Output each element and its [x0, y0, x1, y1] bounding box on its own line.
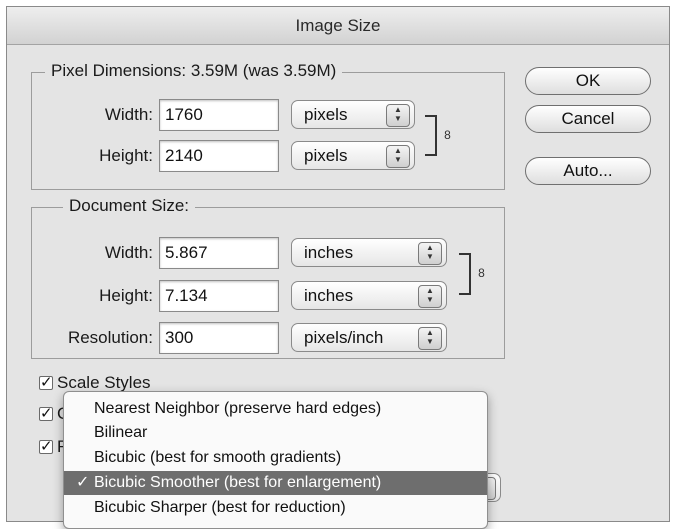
resolution-field[interactable]: 300 [159, 322, 279, 354]
pixel-height-unit-select[interactable]: pixels ▲ ▼ [291, 141, 415, 170]
scale-styles-label: Scale Styles [57, 373, 151, 392]
auto-button[interactable]: Auto... [525, 157, 651, 185]
menu-item-bilinear[interactable]: Bilinear [64, 421, 487, 445]
updown-arrows-icon: ▲▼ [418, 285, 442, 308]
doc-width-label: Width: [104, 243, 153, 262]
scale-styles-checkbox[interactable]: ✓ [39, 375, 53, 390]
doc-height-label: Height: [99, 286, 153, 305]
resolution-unit-select[interactable]: pixels/inch ▲ ▼ [291, 323, 447, 352]
menu-item-bicubic-sharper[interactable]: Bicubic Sharper (best for reduction) [64, 496, 487, 520]
doc-width-unit-label: inches [304, 243, 354, 262]
doc-constrain-bracket [459, 253, 471, 295]
updown-arrows-icon: ▲▼ [386, 104, 410, 127]
resample-method-menu: Nearest Neighbor (preserve hard edges) B… [63, 391, 488, 529]
resolution-label: Resolution: [67, 328, 153, 347]
menu-item-bicubic-smoother[interactable]: ✓ Bicubic Smoother (best for enlargement… [64, 471, 487, 495]
chain-link-icon: 8 [444, 128, 451, 142]
menu-item-bicubic[interactable]: Bicubic (best for smooth gradients) [64, 446, 487, 470]
updown-arrows-icon: ▲▼ [418, 327, 442, 350]
pixel-width-unit-label: pixels [304, 105, 348, 124]
pixel-constrain-bracket [425, 115, 437, 156]
pixel-width-field[interactable]: 1760 [159, 99, 279, 131]
ok-button[interactable]: OK [525, 67, 651, 95]
pixel-width-unit-select[interactable]: pixels ▲ ▼ [291, 100, 415, 129]
document-size-legend: Document Size: [63, 196, 195, 216]
pixel-dimensions-legend: Pixel Dimensions: 3.59M (was 3.59M) [45, 61, 343, 81]
updown-arrows-icon: ▲▼ [418, 242, 442, 265]
resolution-unit-label: pixels/inch [304, 328, 384, 347]
pixel-height-label: Height: [99, 146, 153, 165]
updown-arrows-icon: ▲▼ [386, 145, 410, 168]
pixel-height-field[interactable]: 2140 [159, 140, 279, 172]
menu-item-nearest-neighbor[interactable]: Nearest Neighbor (preserve hard edges) [64, 397, 487, 421]
doc-width-field[interactable]: 5.867 [159, 237, 279, 269]
doc-height-unit-label: inches [304, 286, 354, 305]
menu-item-label: Bilinear [94, 424, 148, 441]
dialog-title: Image Size [7, 7, 669, 45]
menu-item-label: Bicubic Smoother (best for enlargement) [94, 474, 382, 491]
checkmark-icon: ✓ [76, 474, 90, 491]
pixel-height-unit-label: pixels [304, 146, 348, 165]
doc-height-field[interactable]: 7.134 [159, 280, 279, 312]
doc-height-unit-select[interactable]: inches ▲ ▼ [291, 281, 447, 310]
menu-item-label: Bicubic Sharper (best for reduction) [94, 499, 346, 516]
menu-item-label: Bicubic (best for smooth gradients) [94, 449, 342, 466]
pixel-width-label: Width: [104, 105, 153, 124]
chain-link-icon: 8 [478, 266, 485, 280]
doc-width-unit-select[interactable]: inches ▲ ▼ [291, 238, 447, 267]
cancel-button[interactable]: Cancel [525, 105, 651, 133]
constrain-proportions-checkbox[interactable]: ✓ [39, 406, 53, 421]
menu-item-label: Nearest Neighbor (preserve hard edges) [94, 400, 382, 417]
resample-image-checkbox[interactable]: ✓ [39, 439, 53, 454]
